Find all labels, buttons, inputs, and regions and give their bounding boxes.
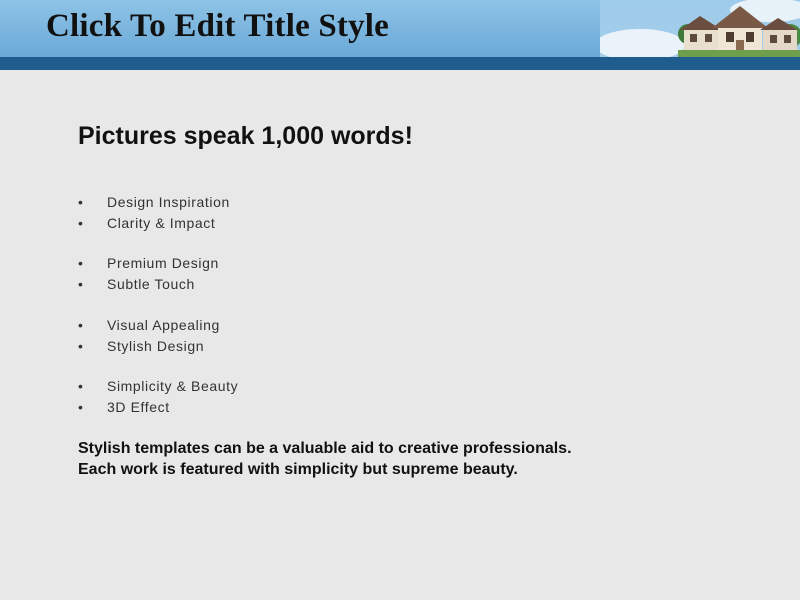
header-band	[0, 57, 800, 70]
bullet-text: Visual Appealing	[107, 317, 220, 333]
bullet-item[interactable]: • Premium Design	[78, 253, 219, 274]
bullet-group: • Visual Appealing • Stylish Design	[78, 315, 220, 356]
bullet-item[interactable]: • Clarity & Impact	[78, 213, 230, 234]
footer-paragraph[interactable]: Stylish templates can be a valuable aid …	[78, 438, 572, 480]
bullet-icon: •	[78, 255, 84, 271]
bullet-item[interactable]: • Design Inspiration	[78, 192, 230, 213]
bullet-group: • Simplicity & Beauty • 3D Effect	[78, 376, 238, 417]
bullet-icon: •	[78, 337, 84, 354]
bullet-icon: •	[78, 398, 84, 415]
bullet-item[interactable]: • Visual Appealing	[78, 315, 220, 336]
slide-header: Click To Edit Title Style	[0, 0, 800, 57]
bullet-text: Design Inspiration	[107, 194, 230, 210]
footer-line: Stylish templates can be a valuable aid …	[78, 440, 572, 457]
bullet-text: 3D Effect	[107, 398, 170, 415]
bullet-text: Subtle Touch	[107, 275, 195, 292]
footer-line: Each work is featured with simplicity bu…	[78, 461, 518, 478]
bullet-icon: •	[78, 194, 84, 210]
bullet-item[interactable]: • Subtle Touch	[78, 274, 219, 295]
bullet-text: Simplicity & Beauty	[107, 378, 239, 394]
bullet-text: Clarity & Impact	[107, 214, 216, 231]
slide-heading[interactable]: Pictures speak 1,000 words!	[78, 122, 413, 151]
house-image	[600, 0, 800, 57]
bullet-item[interactable]: • 3D Effect	[78, 397, 238, 418]
bullet-icon: •	[78, 317, 84, 333]
bullet-item[interactable]: • Stylish Design	[78, 336, 220, 357]
bullet-icon: •	[78, 214, 84, 231]
bullet-icon: •	[78, 378, 84, 394]
bullet-group: • Premium Design • Subtle Touch	[78, 253, 219, 294]
bullet-text: Premium Design	[107, 255, 219, 271]
bullet-group: • Design Inspiration • Clarity & Impact	[78, 192, 230, 233]
bullet-text: Stylish Design	[107, 337, 205, 354]
bullet-item[interactable]: • Simplicity & Beauty	[78, 376, 238, 397]
slide-title[interactable]: Click To Edit Title Style	[46, 8, 389, 45]
bullet-icon: •	[78, 275, 84, 292]
